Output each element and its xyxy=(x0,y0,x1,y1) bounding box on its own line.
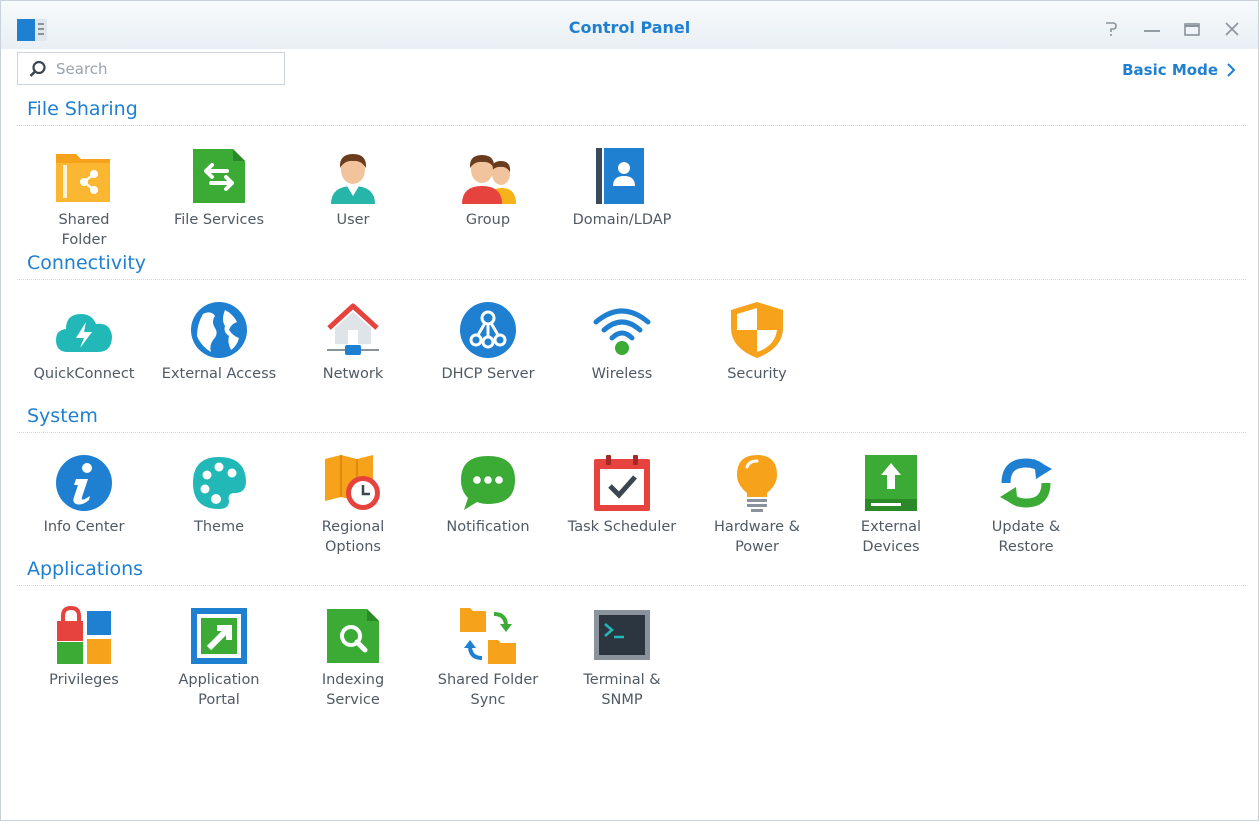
security-icon xyxy=(727,300,787,360)
dhcp-server-icon xyxy=(458,300,518,360)
control-panel-window: Control Panel Basic Mode File Sharing xyxy=(0,0,1259,821)
wireless-icon xyxy=(592,300,652,360)
update-restore-item[interactable]: Update & Restore xyxy=(959,453,1093,557)
shared-folder-icon xyxy=(54,146,114,206)
security-item[interactable]: Security xyxy=(690,300,824,384)
terminal-snmp-icon xyxy=(592,606,652,666)
theme-label: Theme xyxy=(193,519,244,535)
application-portal-label: Application Portal xyxy=(178,672,260,708)
section-divider xyxy=(17,432,1246,433)
user-item[interactable]: User xyxy=(286,146,420,230)
user-icon xyxy=(323,146,383,206)
hardware-power-icon xyxy=(727,453,787,513)
update-restore-icon xyxy=(996,453,1056,513)
network-label: Network xyxy=(322,366,384,382)
domain-ldap-item[interactable]: Domain/LDAP xyxy=(555,146,689,230)
external-access-item[interactable]: External Access xyxy=(152,300,286,384)
terminal-snmp-label: Terminal & SNMP xyxy=(583,672,661,708)
file-services-label: File Services xyxy=(173,212,265,228)
indexing-service-icon xyxy=(323,606,383,666)
external-access-label: External Access xyxy=(161,366,277,382)
domain-ldap-icon xyxy=(592,146,652,206)
external-devices-item[interactable]: External Devices xyxy=(824,453,958,557)
shared-folder-sync-icon xyxy=(458,606,518,666)
shared-folder-sync-item[interactable]: Shared Folder Sync xyxy=(421,606,555,710)
shared-folder-sync-label: Shared Folder Sync xyxy=(437,672,539,708)
section-title: Connectivity xyxy=(27,252,147,274)
update-restore-label: Update & Restore xyxy=(991,519,1061,555)
group-label: Group xyxy=(465,212,511,228)
user-label: User xyxy=(336,212,370,228)
group-item[interactable]: Group xyxy=(421,146,555,230)
regional-options-icon xyxy=(323,453,383,513)
indexing-service-item[interactable]: Indexing Service xyxy=(286,606,420,710)
search-icon xyxy=(29,60,46,77)
shared-folder-label: Shared Folder xyxy=(58,212,110,248)
notification-icon xyxy=(458,453,518,513)
task-scheduler-label: Task Scheduler xyxy=(567,519,677,535)
section-title: File Sharing xyxy=(27,98,138,120)
hardware-power-label: Hardware & Power xyxy=(714,519,800,555)
notification-label: Notification xyxy=(446,519,530,535)
external-devices-label: External Devices xyxy=(860,519,922,555)
privileges-icon xyxy=(54,606,114,666)
external-devices-icon xyxy=(861,453,921,513)
theme-item[interactable]: Theme xyxy=(152,453,286,537)
terminal-snmp-item[interactable]: Terminal & SNMP xyxy=(555,606,689,710)
network-icon xyxy=(323,300,383,360)
hardware-power-item[interactable]: Hardware & Power xyxy=(690,453,824,557)
wireless-label: Wireless xyxy=(591,366,653,382)
basic-mode-link[interactable]: Basic Mode xyxy=(1122,61,1236,79)
search-box xyxy=(17,52,285,85)
chevron-right-icon xyxy=(1227,63,1236,77)
section-title: Applications xyxy=(27,558,144,580)
section-title: System xyxy=(27,405,98,427)
application-portal-item[interactable]: Application Portal xyxy=(152,606,286,710)
info-center-item[interactable]: Info Center xyxy=(17,453,151,537)
dhcp-server-item[interactable]: DHCP Server xyxy=(421,300,555,384)
theme-icon xyxy=(189,453,249,513)
section-divider xyxy=(17,125,1246,126)
security-label: Security xyxy=(727,366,787,382)
indexing-service-label: Indexing Service xyxy=(321,672,385,708)
help-icon[interactable] xyxy=(1101,19,1121,39)
window-title: Control Panel xyxy=(568,18,691,37)
network-item[interactable]: Network xyxy=(286,300,420,384)
title-bar[interactable]: Control Panel xyxy=(1,1,1258,49)
info-center-icon xyxy=(54,453,114,513)
wireless-item[interactable]: Wireless xyxy=(555,300,689,384)
group-icon xyxy=(458,146,518,206)
file-services-item[interactable]: File Services xyxy=(152,146,286,230)
external-access-icon xyxy=(189,300,249,360)
info-center-label: Info Center xyxy=(43,519,125,535)
privileges-label: Privileges xyxy=(49,672,119,688)
file-services-icon xyxy=(189,146,249,206)
dhcp-server-label: DHCP Server xyxy=(441,366,535,382)
regional-options-label: Regional Options xyxy=(321,519,385,555)
notification-item[interactable]: Notification xyxy=(421,453,555,537)
quickconnect-item[interactable]: QuickConnect xyxy=(17,300,151,384)
search-input[interactable] xyxy=(56,59,276,79)
privileges-item[interactable]: Privileges xyxy=(17,606,151,690)
shared-folder-item[interactable]: Shared Folder xyxy=(17,146,151,250)
section-divider xyxy=(17,279,1246,280)
application-portal-icon xyxy=(189,606,249,666)
regional-options-item[interactable]: Regional Options xyxy=(286,453,420,557)
close-icon[interactable] xyxy=(1222,19,1242,39)
quickconnect-label: QuickConnect xyxy=(33,366,135,382)
basic-mode-label: Basic Mode xyxy=(1122,61,1218,79)
section-divider xyxy=(17,585,1246,586)
task-scheduler-item[interactable]: Task Scheduler xyxy=(555,453,689,537)
maximize-icon[interactable] xyxy=(1182,19,1202,39)
domain-ldap-label: Domain/LDAP xyxy=(572,212,672,228)
minimize-icon[interactable] xyxy=(1142,19,1162,39)
task-scheduler-icon xyxy=(592,453,652,513)
quickconnect-icon xyxy=(54,300,114,360)
